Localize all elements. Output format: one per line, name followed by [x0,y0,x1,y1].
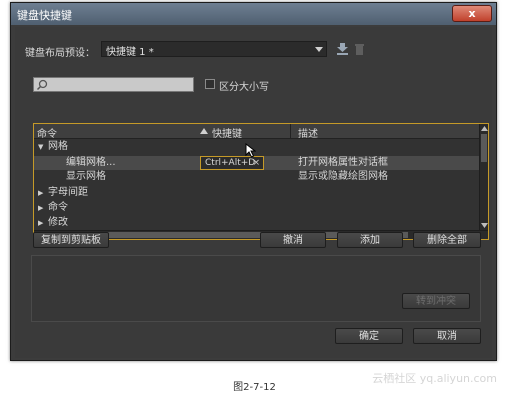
clear-shortcut-icon[interactable]: × [252,157,260,169]
mouse-pointer-icon [245,143,256,158]
shortcut-table: 命令 快捷键 描述 ▼ 网格 编辑网格... Ctrl+Alt+D × 打开网格… [33,123,489,240]
scroll-up-icon[interactable] [481,126,488,131]
column-header-description[interactable]: 描述 [298,125,318,140]
sort-ascending-icon [200,128,208,134]
trash-icon[interactable] [354,42,365,56]
shortcut-value: Ctrl+Alt+D [205,158,256,168]
vertical-scrollbar[interactable] [479,124,488,230]
column-header-command[interactable]: 命令 [37,125,57,140]
save-preset-icon[interactable] [336,42,349,56]
case-sensitive-label: 区分大小写 [219,82,269,93]
tree-group-modify[interactable]: ▶ 修改 [34,216,479,230]
delete-all-button[interactable]: 删除全部 [413,232,481,248]
dialog-title: 键盘快捷键 [17,9,72,22]
search-field[interactable] [49,78,189,91]
column-divider [290,124,291,139]
search-icon [36,79,48,91]
tree-group-grid[interactable]: ▼ 网格 [34,140,479,154]
case-sensitive-checkbox[interactable] [205,79,215,89]
cancel-button[interactable]: 取消 [413,328,481,344]
command-name: 命令 [48,202,68,213]
command-name: 修改 [48,217,68,228]
command-description: 打开网格属性对话框 [298,157,388,168]
expanded-triangle-icon: ▼ [38,143,44,151]
search-input[interactable] [33,77,194,92]
tree-group-letter-spacing[interactable]: ▶ 字母间距 [34,186,479,200]
keyboard-shortcuts-dialog: 键盘快捷键 x 键盘布局预设： 快捷键 1 * 区分大小写 命令 快捷键 描述 … [10,2,497,361]
title-bar: 键盘快捷键 x [11,3,496,25]
table-row[interactable]: 显示网格 显示或隐藏绘图网格 [34,170,479,184]
command-name: 显示网格 [66,171,106,182]
scroll-down-icon[interactable] [481,223,488,228]
add-button[interactable]: 添加 [337,232,403,248]
collapsed-triangle-icon: ▶ [38,219,44,227]
preset-value: 快捷键 1 * [106,47,154,58]
collapsed-triangle-icon: ▶ [38,189,44,197]
dialog-body: 键盘布局预设： 快捷键 1 * 区分大小写 命令 快捷键 描述 ▼ 网格 编辑网… [15,27,492,358]
shortcut-edit-field[interactable]: Ctrl+Alt+D × [200,156,264,170]
tree-group-commands[interactable]: ▶ 命令 [34,201,479,215]
go-to-conflict-button[interactable]: 转到冲突 [402,293,470,309]
chevron-down-icon [315,47,323,52]
scroll-thumb[interactable] [481,134,487,162]
table-header: 命令 快捷键 描述 [34,124,479,140]
close-icon: x [468,7,476,20]
command-name: 编辑网格... [66,157,116,168]
table-row[interactable]: 编辑网格... Ctrl+Alt+D × 打开网格属性对话框 [34,156,479,170]
copy-to-clipboard-button[interactable]: 复制到剪贴板 [33,232,109,248]
figure-caption: 图2-7-12 [233,382,276,393]
collapsed-triangle-icon: ▶ [38,204,44,212]
preset-dropdown[interactable]: 快捷键 1 * [101,41,327,58]
conflict-message-area: 转到冲突 [31,255,481,322]
undo-button[interactable]: 撤消 [260,232,326,248]
close-button[interactable]: x [452,5,492,22]
column-header-shortcut[interactable]: 快捷键 [212,125,242,140]
ok-button[interactable]: 确定 [335,328,403,344]
command-description: 显示或隐藏绘图网格 [298,171,388,182]
command-name: 网格 [48,141,68,152]
command-name: 字母间距 [48,187,88,198]
preset-label: 键盘布局预设： [25,48,95,59]
